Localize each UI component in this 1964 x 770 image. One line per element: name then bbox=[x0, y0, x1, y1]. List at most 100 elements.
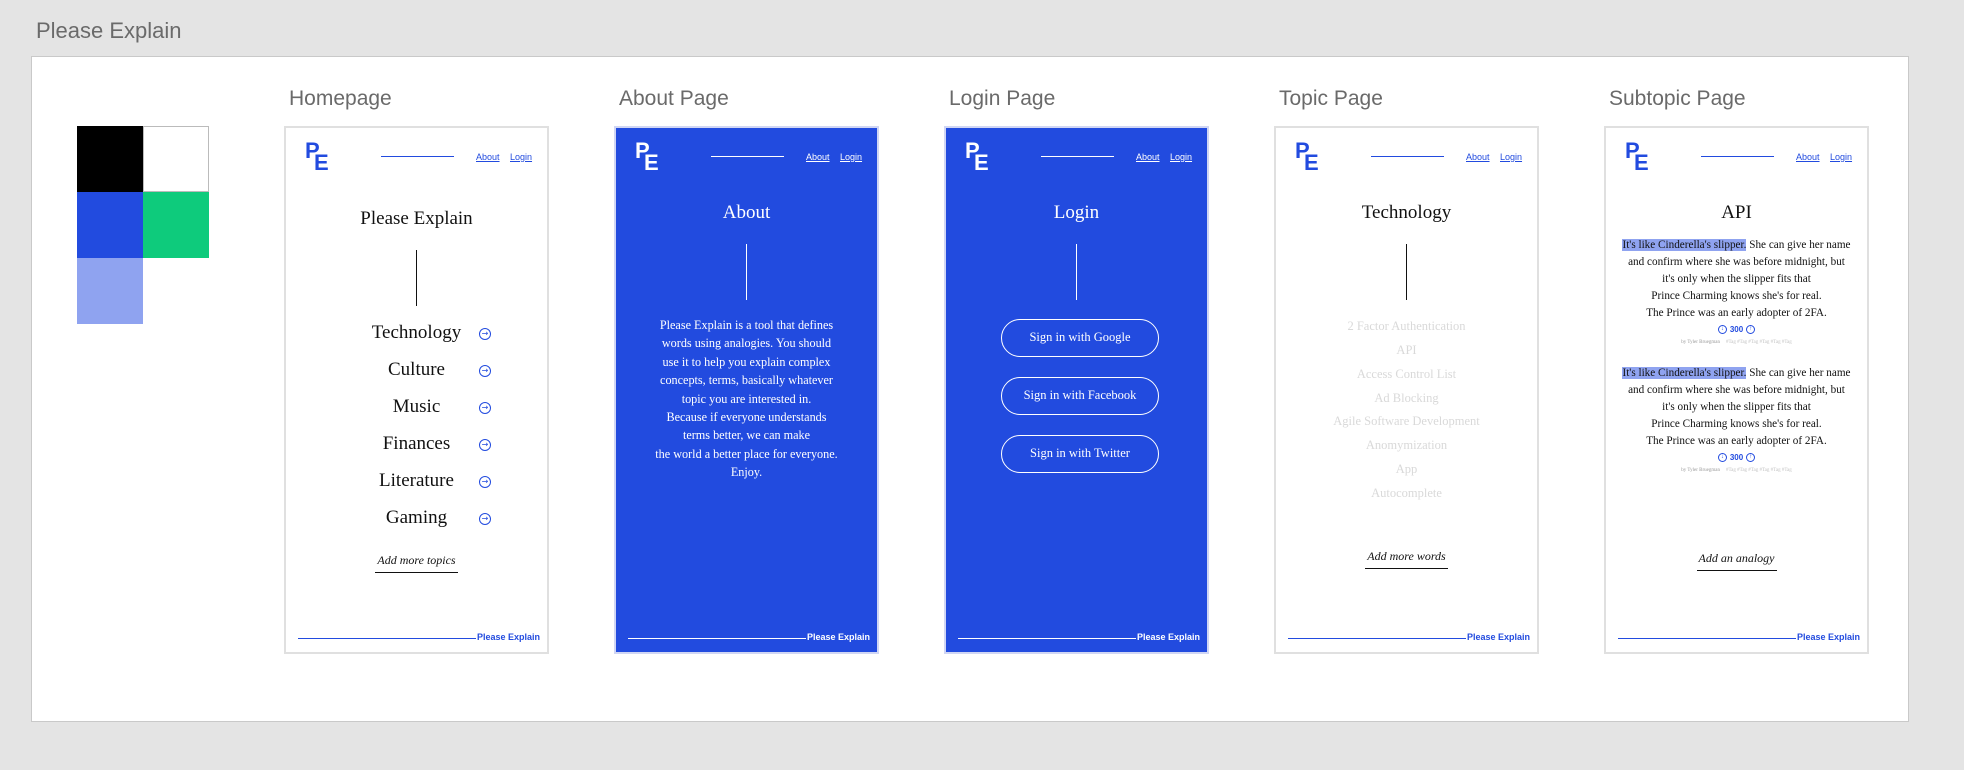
board-label-login: Login Page bbox=[949, 87, 1056, 110]
logo-letter-e: E bbox=[1634, 150, 1649, 175]
page-title: Technology bbox=[1361, 202, 1452, 223]
logo[interactable]: P E bbox=[965, 140, 991, 174]
vote-control: ↓ 300 ↑ bbox=[1606, 325, 1867, 335]
analogy-highlight: It's like Cinderella's slipper. bbox=[1622, 367, 1747, 379]
footer-brand[interactable]: Please Explain bbox=[1797, 632, 1860, 642]
topic-item-music[interactable]: Music bbox=[286, 396, 547, 418]
board-homepage: P E About Login Please Explain Technolog… bbox=[284, 126, 549, 654]
analogy-line: The Prince was an early adopter of 2FA. bbox=[1646, 307, 1827, 319]
analogy-line: it's only when the slipper fits that bbox=[1662, 273, 1811, 285]
nav-divider bbox=[1701, 156, 1774, 157]
nav-login-link[interactable]: Login bbox=[1500, 152, 1522, 162]
footer-divider bbox=[298, 638, 476, 639]
upvote-icon[interactable]: ↑ bbox=[1746, 453, 1756, 463]
downvote-icon[interactable]: ↓ bbox=[1717, 325, 1727, 335]
analogy-card: It's like Cinderella's slipper. She can … bbox=[1614, 237, 1859, 322]
tag-list[interactable]: #Tag #Tag #Tag #Tag #Tag #Tag bbox=[1726, 468, 1792, 473]
sign-in-twitter-button[interactable]: Sign in with Twitter bbox=[1001, 435, 1159, 473]
title-divider bbox=[416, 250, 417, 306]
sign-in-google-button[interactable]: Sign in with Google bbox=[1001, 319, 1159, 357]
vote-count: 300 bbox=[1729, 453, 1744, 462]
footer-brand[interactable]: Please Explain bbox=[1467, 632, 1530, 642]
word-item[interactable]: 2 Factor Authentication bbox=[1276, 319, 1537, 334]
vote-count: 300 bbox=[1729, 325, 1744, 334]
add-analogy-link[interactable]: Add an analogy bbox=[1606, 551, 1867, 571]
tag-list[interactable]: #Tag #Tag #Tag #Tag #Tag #Tag bbox=[1726, 340, 1792, 345]
logo[interactable]: P E bbox=[305, 140, 331, 174]
add-link-label: Add more topics bbox=[375, 553, 458, 573]
nav-about-link[interactable]: About bbox=[1466, 152, 1490, 162]
sign-in-facebook-button[interactable]: Sign in with Facebook bbox=[1001, 377, 1159, 415]
footer-divider bbox=[1288, 638, 1466, 639]
arrow-right-icon[interactable]: → bbox=[479, 365, 491, 377]
title-divider bbox=[1406, 244, 1407, 300]
swatch-white bbox=[143, 126, 209, 192]
page-title: Login bbox=[1053, 202, 1100, 223]
board-label-subtopic: Subtopic Page bbox=[1609, 87, 1746, 110]
arrow-right-icon[interactable]: → bbox=[479, 513, 491, 525]
add-link-label: Add more words bbox=[1365, 549, 1448, 569]
downvote-icon[interactable]: ↓ bbox=[1717, 453, 1727, 463]
page-title: API bbox=[1721, 202, 1752, 223]
nav-login-link[interactable]: Login bbox=[840, 152, 862, 162]
logo[interactable]: P E bbox=[1295, 140, 1321, 174]
nav-about-link[interactable]: About bbox=[1796, 152, 1820, 162]
analogy-meta: by Tyler Bruegman #Tag #Tag #Tag #Tag #Ta… bbox=[1606, 468, 1867, 473]
topic-item-technology[interactable]: Technology bbox=[286, 322, 547, 344]
topic-item-culture[interactable]: Culture bbox=[286, 359, 547, 381]
app-title: Please Explain bbox=[36, 18, 182, 43]
nav-about-link[interactable]: About bbox=[1136, 152, 1160, 162]
add-more-words-link[interactable]: Add more words bbox=[1276, 549, 1537, 569]
topic-label: Music bbox=[392, 396, 441, 417]
add-more-topics-link[interactable]: Add more topics bbox=[286, 553, 547, 573]
word-item[interactable]: Autocomplete bbox=[1276, 486, 1537, 501]
topic-item-gaming[interactable]: Gaming bbox=[286, 507, 547, 529]
board-label-about: About Page bbox=[619, 87, 729, 110]
footer-brand[interactable]: Please Explain bbox=[1137, 632, 1200, 642]
word-item[interactable]: Agile Software Development bbox=[1276, 414, 1537, 429]
nav-login-link[interactable]: Login bbox=[510, 152, 532, 162]
topic-item-literature[interactable]: Literature bbox=[286, 470, 547, 492]
logo-letter-e: E bbox=[644, 150, 659, 175]
topic-item-finances[interactable]: Finances bbox=[286, 433, 547, 455]
about-description: Please Explain is a tool that defines wo… bbox=[655, 318, 838, 480]
nav-divider bbox=[381, 156, 454, 157]
topic-label: Literature bbox=[379, 470, 454, 491]
nav-login-link[interactable]: Login bbox=[1170, 152, 1192, 162]
add-link-label: Add an analogy bbox=[1696, 551, 1777, 571]
word-item[interactable]: Access Control List bbox=[1276, 367, 1537, 382]
upvote-icon[interactable]: ↑ bbox=[1746, 325, 1756, 335]
word-item[interactable]: API bbox=[1276, 343, 1537, 358]
analogy-line: Prince Charming knows she's for real. bbox=[1651, 418, 1822, 430]
footer-brand[interactable]: Please Explain bbox=[477, 632, 540, 642]
analogy-line: and confirm where she was before midnigh… bbox=[1628, 256, 1845, 268]
title-divider bbox=[1076, 244, 1077, 300]
word-item[interactable]: App bbox=[1276, 462, 1537, 477]
topic-label: Finances bbox=[382, 433, 451, 454]
nav-divider bbox=[1371, 156, 1444, 157]
author-label[interactable]: by Tyler Bruegman bbox=[1681, 340, 1720, 345]
author-label[interactable]: by Tyler Bruegman bbox=[1681, 468, 1720, 473]
page-title: Please Explain bbox=[360, 208, 473, 229]
page-title: About bbox=[722, 202, 771, 223]
nav-login-link[interactable]: Login bbox=[1830, 152, 1852, 162]
analogy-line: It's like Cinderella's slipper. She can … bbox=[1614, 365, 1859, 382]
arrow-right-icon[interactable]: → bbox=[479, 328, 491, 340]
arrow-right-icon[interactable]: → bbox=[479, 439, 491, 451]
arrow-right-icon[interactable]: → bbox=[479, 476, 491, 488]
title-divider bbox=[746, 244, 747, 300]
word-item[interactable]: Ad Blocking bbox=[1276, 391, 1537, 406]
analogy-meta: by Tyler Bruegman #Tag #Tag #Tag #Tag #Ta… bbox=[1606, 340, 1867, 345]
arrow-right-icon[interactable]: → bbox=[479, 402, 491, 414]
analogy-line: Prince Charming knows she's for real. bbox=[1651, 290, 1822, 302]
analogy-line: it's only when the slipper fits that bbox=[1662, 401, 1811, 413]
logo[interactable]: P E bbox=[1625, 140, 1651, 174]
word-item[interactable]: Anomymization bbox=[1276, 438, 1537, 453]
footer-divider bbox=[1618, 638, 1796, 639]
board-topic: P E About Login Technology 2 Factor Auth… bbox=[1274, 126, 1539, 654]
footer-divider bbox=[628, 638, 806, 639]
footer-brand[interactable]: Please Explain bbox=[807, 632, 870, 642]
nav-about-link[interactable]: About bbox=[806, 152, 830, 162]
logo[interactable]: P E bbox=[635, 140, 661, 174]
nav-about-link[interactable]: About bbox=[476, 152, 500, 162]
